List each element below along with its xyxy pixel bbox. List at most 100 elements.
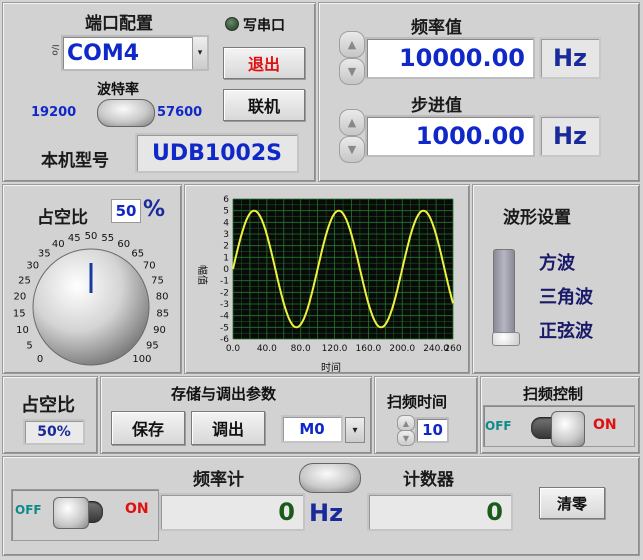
step-spinner[interactable]: ▲ ▼ [339,109,365,163]
step-input[interactable]: 1000.00 [365,115,535,157]
write-port-label: 写串口 [243,18,285,34]
chart-y-tick-label: 0 [223,265,229,275]
sweep-time-up-arrow-icon[interactable]: ▲ [397,415,415,431]
load-button[interactable]: 调出 [191,411,265,445]
waveform-option-sine[interactable]: 正弦波 [539,317,593,343]
connect-button[interactable]: 联机 [223,89,305,121]
step-value: 1000.00 [415,122,525,150]
exit-button[interactable]: 退出 [223,47,305,79]
duty-cycle-unit: % [143,197,166,222]
sweep-control-toggle-knob[interactable] [551,411,585,447]
frequency-meter-display: 0 [159,493,305,531]
meter-mode-switch[interactable] [299,463,361,493]
knob-tick-label: 90 [153,325,166,336]
knob-tick-label: 55 [101,233,114,244]
knob-tick-label: 35 [38,248,51,259]
com-port-value: COM4 [67,41,140,66]
sweep-on-label: ON [593,417,617,433]
meter-toggle[interactable] [53,497,103,529]
sweep-control-title: 扫频控制 [523,385,584,403]
frequency-spinner[interactable]: ▲ ▼ [339,31,365,85]
knob-tick-label: 40 [52,239,65,250]
clear-button[interactable]: 清零 [539,487,605,519]
knob-tick-label: 50 [85,231,98,242]
knob-tick-label: 0 [37,354,43,365]
save-button[interactable]: 保存 [111,411,185,445]
frequency-meter-unit: Hz [309,499,344,527]
chart-x-tick-label: 80.0 [291,344,311,354]
memory-slot-display[interactable]: M0 [281,415,343,443]
memory-slot-value: M0 [299,420,325,438]
com-port-select[interactable]: COM4 ▾ [61,35,209,71]
baud-rate-low-label: 19200 [31,105,77,120]
frequency-meter-title: 频率计 [193,470,244,490]
duty-cycle-digital-display: 50 [111,199,141,223]
storage-title: 存储与调出参数 [171,385,277,403]
sweep-time-input[interactable]: 10 [415,417,449,443]
waveform-settings-panel: 波形设置 方波 三角波 正弦波 [472,184,640,374]
duty-cycle-knob[interactable]: 05 10 15 20 25 30 354045 50 556065 70 75 80 85 90 95 10… [3,223,181,373]
knob-tick-label: 5 [26,341,32,352]
waveform-slider[interactable] [492,249,520,346]
counter-title: 计数器 [403,470,454,490]
chart-y-tick-label: 4 [223,218,229,228]
meter-off-label: OFF [15,503,42,517]
memory-slot-select[interactable]: M0 ▾ [281,415,365,443]
port-config-panel: 端口配置 I/o COM4 ▾ 写串口 退出 联机 波特率 19200 5760… [2,2,316,182]
step-up-arrow-icon[interactable]: ▲ [339,109,365,136]
baud-rate-high-label: 57600 [157,105,203,120]
waveform-option-square[interactable]: 方波 [539,249,575,275]
chart-x-tick-label: 160.0 [356,344,382,354]
com-port-dropdown-icon[interactable]: ▾ [192,37,207,69]
knob-tick-label: 85 [156,309,169,320]
frequency-panel: 频率值 ▲ ▼ 10000.00 Hz 步进值 ▲ ▼ 1000.00 Hz [318,2,640,182]
duty-cycle-readout-panel: 占空比 50% [2,376,98,454]
chart-x-tick-label: 260 [444,344,461,354]
counter-value: 0 [486,498,503,526]
meter-panel: 频率计 计数器 OFF ON 0 Hz 0 清零 [2,456,640,556]
meter-on-label: ON [125,501,149,517]
duty-cycle-value: 50 [115,202,137,220]
step-down-arrow-icon[interactable]: ▼ [339,136,365,163]
baud-rate-switch[interactable] [97,99,155,127]
counter-display: 0 [367,493,513,531]
duty-cycle-readout-value: 50% [37,424,71,440]
chart-y-label: 幅值 [196,265,209,285]
chart-y-tick-label: 3 [223,230,229,240]
model-label: 本机型号 [41,151,109,171]
waveform-slider-thumb[interactable] [492,332,520,346]
sweep-time-spinner[interactable]: ▲ ▼ [397,415,415,446]
chart-y-tick-label: -4 [220,312,229,322]
chart-x-tick-label: 120.0 [322,344,348,354]
baud-rate-title: 波特率 [97,82,139,98]
duty-cycle-panel: 占空比 50 % 0 5 10 15 20 25 30 35 40 45 50 55 60 65 70 75 8… [2,184,182,374]
sweep-time-value: 10 [422,421,443,439]
model-value: UDB1002S [152,140,282,166]
memory-slot-dropdown-icon[interactable]: ▾ [345,417,365,443]
chart-y-tick-label: 6 [223,195,229,205]
model-value-display: UDB1002S [135,133,299,173]
frequency-meter-value: 0 [278,498,295,526]
chart-x-label: 时间 [321,361,341,373]
chart-y-tick-label: 2 [223,242,229,252]
knob-tick-label: 25 [18,275,31,286]
frequency-down-arrow-icon[interactable]: ▼ [339,58,365,85]
chart-y-tick-label: 5 [223,207,229,217]
frequency-input[interactable]: 10000.00 [365,37,535,79]
knob-tick-label: 20 [14,292,27,303]
knob-tick-label: 15 [13,309,26,320]
frequency-up-arrow-icon[interactable]: ▲ [339,31,365,58]
chart-y-ticks: 6543210-1-2-3-4-5-6 [220,195,229,345]
sweep-control-toggle[interactable] [531,411,585,447]
sweep-time-panel: 扫频时间 ▲ ▼ 10 [374,376,478,454]
sweep-time-down-arrow-icon[interactable]: ▼ [397,430,415,446]
step-unit: Hz [539,115,601,157]
knob-tick-label: 80 [156,292,169,303]
knob-tick-label: 60 [117,239,130,250]
knob-tick-label: 30 [26,261,39,272]
chart-y-tick-label: -2 [220,288,229,298]
waveform-option-triangle[interactable]: 三角波 [539,283,593,309]
knob-tick-label: 10 [16,325,29,336]
waveform-chart: 幅值 时间 6543210-1-2-3-4-5-6 0.0 40.0 80.0 120… [196,195,462,373]
meter-toggle-knob[interactable] [53,497,89,529]
